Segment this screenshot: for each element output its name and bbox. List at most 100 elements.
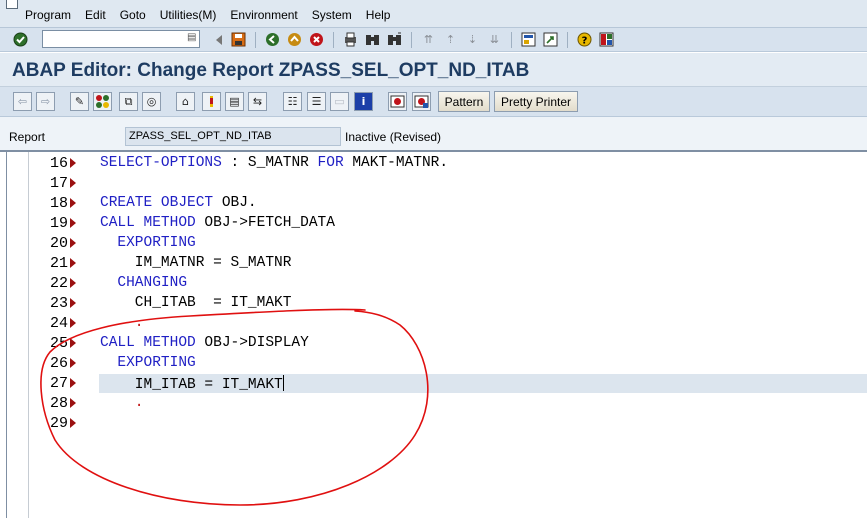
set-breakpoint-icon[interactable] <box>388 92 407 111</box>
line-marker-icon[interactable] <box>70 278 76 288</box>
line-marker-icon[interactable] <box>70 318 76 328</box>
code-text: EXPORTING <box>100 235 195 251</box>
code-text: CH_ITAB = IT_MAKT <box>100 295 292 311</box>
line-marker-icon[interactable] <box>70 218 76 228</box>
info-icon[interactable]: i <box>354 92 373 111</box>
session-breakpoint-icon[interactable] <box>412 92 431 111</box>
menu-items: Program Edit Goto Utilities(M) Environme… <box>25 8 404 22</box>
code-line[interactable]: 23 CH_ITAB = IT_MAKT <box>0 293 867 313</box>
code-text: CREATE OBJECT OBJ. <box>100 195 257 211</box>
line-marker-icon[interactable] <box>70 258 76 268</box>
line-marker-icon[interactable] <box>70 338 76 348</box>
menu-edit[interactable]: Edit <box>85 8 106 22</box>
line-marker-icon[interactable] <box>70 238 76 248</box>
pattern-button[interactable]: Pattern <box>438 91 490 112</box>
active-inactive-icon[interactable] <box>93 92 112 111</box>
menu-help[interactable]: Help <box>366 8 391 22</box>
line-marker-icon[interactable] <box>70 158 76 168</box>
code-keyword: EXPORTING <box>100 355 196 371</box>
menu-system[interactable]: System <box>312 8 352 22</box>
menu-goto[interactable]: Goto <box>120 8 146 22</box>
line-number: 28 <box>49 395 68 412</box>
display-change-icon[interactable]: ✎ <box>70 92 89 111</box>
exit-icon[interactable] <box>286 31 303 48</box>
code-line[interactable]: 29 <box>0 413 867 433</box>
other-object-icon[interactable]: ⧉ <box>119 92 138 111</box>
code-keyword: CREATE OBJECT <box>100 195 214 211</box>
line-marker-icon[interactable] <box>70 378 76 388</box>
code-token: IM_ITAB = IT_MAKT <box>100 377 283 393</box>
code-line[interactable]: 24 . <box>0 313 867 333</box>
first-page-icon[interactable]: ⇈ <box>420 31 437 48</box>
code-line[interactable]: 21 IM_MATNR = S_MATNR <box>0 253 867 273</box>
line-marker-icon[interactable] <box>70 198 76 208</box>
save-icon[interactable] <box>230 31 247 48</box>
system-menu-icon[interactable] <box>6 0 18 9</box>
code-keyword: CHANGING <box>100 275 188 291</box>
last-page-icon[interactable]: ⇊ <box>486 31 503 48</box>
report-label: Report <box>9 130 46 144</box>
code-editor[interactable]: 16 SELECT-OPTIONS : S_MATNR FOR MAKT-MATN… <box>0 150 867 518</box>
code-line[interactable]: 22 CHANGING <box>0 273 867 293</box>
page-title: ABAP Editor: Change Report ZPASS_SEL_OPT… <box>12 60 530 81</box>
display-object-list-icon[interactable]: ☰ <box>307 92 326 111</box>
previous-object-icon[interactable]: ⇦ <box>13 92 32 111</box>
report-header: Report ZPASS_SEL_OPT_ND_ITAB Inactive (R… <box>0 117 867 150</box>
back-green-icon[interactable] <box>264 31 281 48</box>
shortcut-icon[interactable] <box>542 31 559 48</box>
line-number: 22 <box>49 275 68 292</box>
line-marker-icon[interactable] <box>70 398 76 408</box>
line-marker-icon[interactable] <box>70 298 76 308</box>
code-line[interactable]: 18 CREATE OBJECT OBJ. <box>0 193 867 213</box>
cancel-icon[interactable] <box>308 31 325 48</box>
command-field[interactable]: ▤ <box>42 30 200 48</box>
navigation-window-icon[interactable]: ⇆ <box>248 92 267 111</box>
back-arrow-icon[interactable] <box>210 31 227 48</box>
pretty-printer-button[interactable]: Pretty Printer <box>494 91 578 112</box>
enter-icon[interactable] <box>12 31 29 48</box>
layout-icon[interactable] <box>598 31 615 48</box>
code-line[interactable]: 16 SELECT-OPTIONS : S_MATNR FOR MAKT-MATN… <box>0 153 867 173</box>
find-next-icon[interactable] <box>386 31 403 48</box>
menu-program[interactable]: Program <box>25 8 71 22</box>
menu-environment[interactable]: Environment <box>230 8 297 22</box>
code-line[interactable]: 27 IM_ITAB = IT_MAKT <box>0 373 867 393</box>
code-token: OBJ. <box>213 195 257 211</box>
code-line[interactable]: 25 CALL METHOD OBJ->DISPLAY <box>0 333 867 353</box>
previous-page-icon[interactable]: ⇡ <box>442 31 459 48</box>
print-icon[interactable] <box>342 31 359 48</box>
code-keyword: CALL METHOD <box>100 215 196 231</box>
line-marker-icon[interactable] <box>70 178 76 188</box>
line-marker-icon[interactable] <box>70 418 76 428</box>
line-number: 21 <box>49 255 68 272</box>
test-icon[interactable] <box>202 92 221 111</box>
check-icon[interactable]: ◎ <box>142 92 161 111</box>
code-token: . <box>100 315 144 331</box>
line-number: 20 <box>49 235 68 252</box>
code-line[interactable]: 17 <box>0 173 867 193</box>
activate-icon[interactable]: ⌂ <box>176 92 195 111</box>
create-session-icon[interactable] <box>520 31 537 48</box>
code-keyword: FOR <box>317 155 344 171</box>
code-line[interactable]: 19 CALL METHOD OBJ->FETCH_DATA <box>0 213 867 233</box>
code-line[interactable]: 20 EXPORTING <box>0 233 867 253</box>
line-number: 19 <box>49 215 68 232</box>
next-page-icon[interactable]: ⇣ <box>464 31 481 48</box>
code-line[interactable]: 28 . <box>0 393 867 413</box>
line-number: 26 <box>49 355 68 372</box>
code-line[interactable]: 26 EXPORTING <box>0 353 867 373</box>
next-object-icon[interactable]: ⇨ <box>36 92 55 111</box>
code-text: . <box>100 395 144 411</box>
pretty-printer-icon[interactable]: ▭ <box>330 92 349 111</box>
line-marker-icon[interactable] <box>70 358 76 368</box>
find-icon[interactable] <box>364 31 381 48</box>
command-dropdown-icon[interactable]: ▤ <box>187 32 197 46</box>
object-list-icon[interactable]: ☷ <box>283 92 302 111</box>
menu-utilities[interactable]: Utilities(M) <box>160 8 217 22</box>
code-text: CHANGING <box>100 275 187 291</box>
where-used-icon[interactable]: ▤ <box>225 92 244 111</box>
help-icon[interactable]: ? <box>576 31 593 48</box>
code-text: IM_ITAB = IT_MAKT <box>100 375 284 393</box>
line-number: 18 <box>49 195 68 212</box>
code-text: . <box>100 315 144 331</box>
